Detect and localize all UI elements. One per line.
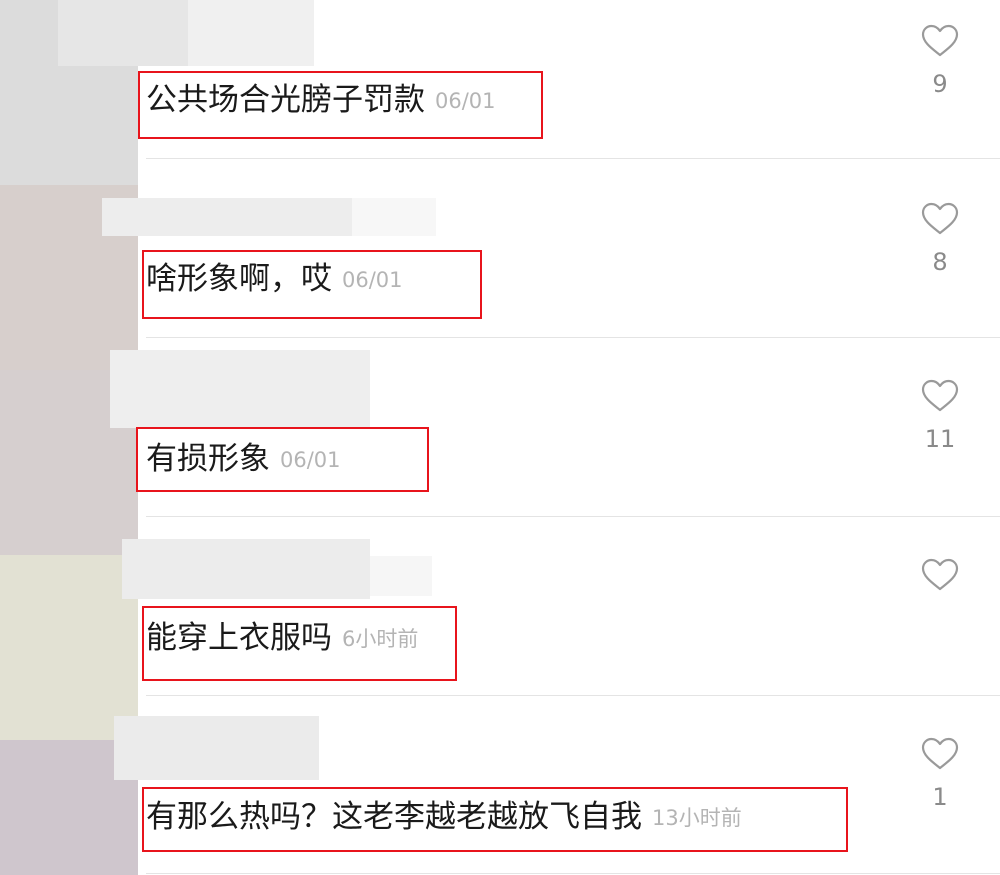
divider — [146, 873, 1000, 874]
blurred-username — [110, 350, 370, 428]
comment-item: 能穿上衣服吗 6小时前 — [122, 536, 1000, 714]
comment-time: 13小时前 — [652, 806, 742, 830]
comment-body: 公共场合光膀子罚款 06/01 — [146, 80, 496, 121]
comment-text: 公共场合光膀子罚款 — [146, 82, 425, 118]
comment-item: 有那么热吗？这老李越老越放飞自我 13小时前 1 — [114, 715, 1000, 875]
comment-text: 有损形象 — [146, 441, 270, 477]
like-button[interactable]: 11 — [918, 379, 962, 453]
divider — [146, 516, 1000, 517]
heart-outline-icon — [921, 558, 959, 591]
heart-outline-icon — [921, 379, 959, 412]
comment-time: 6小时前 — [342, 627, 419, 651]
comment-body: 能穿上衣服吗 6小时前 — [146, 618, 418, 659]
comment-time: 06/01 — [280, 448, 341, 472]
blurred-username — [352, 198, 436, 236]
heart-outline-icon — [921, 737, 959, 770]
blurred-username — [102, 198, 352, 236]
comment-time: 06/01 — [435, 89, 496, 113]
comment-time: 06/01 — [342, 268, 403, 292]
like-button[interactable]: 1 — [918, 737, 962, 811]
like-count: 8 — [932, 248, 948, 276]
like-count: 11 — [924, 425, 956, 453]
blurred-username — [370, 556, 432, 596]
comment-text: 能穿上衣服吗 — [146, 620, 332, 656]
like-button[interactable] — [918, 558, 962, 632]
like-count: 1 — [932, 783, 948, 811]
comment-item: 啥形象啊，哎 06/01 8 — [102, 178, 1000, 356]
divider — [146, 695, 1000, 696]
comment-list-screen: 公共场合光膀子罚款 06/01 9 啥形象啊，哎 06/01 8 有损形象 06/0 — [0, 0, 1000, 875]
divider — [146, 337, 1000, 338]
comment-body: 啥形象啊，哎 06/01 — [146, 259, 403, 300]
comment-text: 啥形象啊，哎 — [146, 261, 332, 297]
comment-body: 有那么热吗？这老李越老越放飞自我 13小时前 — [146, 797, 742, 838]
heart-outline-icon — [921, 24, 959, 57]
like-count — [918, 604, 962, 632]
blurred-username — [114, 716, 319, 780]
comment-item: 有损形象 06/01 11 — [110, 350, 1000, 535]
like-count: 9 — [932, 70, 948, 98]
like-button[interactable]: 8 — [918, 202, 962, 276]
blurred-username — [122, 539, 370, 599]
comment-body: 有损形象 06/01 — [146, 439, 341, 480]
comment-item: 公共场合光膀子罚款 06/01 9 — [138, 0, 1000, 178]
like-button[interactable]: 9 — [918, 24, 962, 98]
comment-text: 有那么热吗？这老李越老越放飞自我 — [146, 799, 642, 835]
divider — [146, 158, 1000, 159]
heart-outline-icon — [921, 202, 959, 235]
